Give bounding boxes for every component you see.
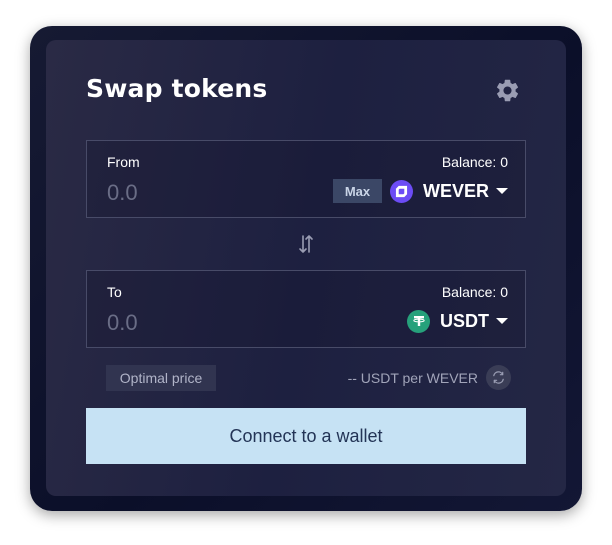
- to-token-name: USDT: [440, 310, 489, 331]
- chevron-down-icon: [496, 188, 508, 194]
- usdt-token-icon: [407, 309, 430, 333]
- gear-icon[interactable]: [494, 77, 521, 104]
- connect-wallet-button[interactable]: Connect to a wallet: [86, 408, 526, 464]
- chevron-down-icon: [496, 318, 508, 324]
- from-label: From: [107, 154, 140, 170]
- page-title: Swap tokens: [86, 74, 268, 103]
- from-amount-input[interactable]: [107, 179, 287, 207]
- refresh-icon[interactable]: [486, 365, 511, 390]
- to-label: To: [107, 284, 122, 300]
- max-button[interactable]: Max: [333, 179, 382, 203]
- wever-token-icon: [389, 179, 413, 203]
- from-token-name: WEVER: [422, 180, 489, 201]
- exchange-rate: -- USDT per WEVER: [347, 370, 478, 386]
- from-token-select[interactable]: WEVER: [389, 178, 508, 204]
- optimal-price-badge: Optimal price: [106, 365, 216, 391]
- to-token-select[interactable]: USDT: [407, 308, 508, 334]
- swap-arrows-icon[interactable]: [294, 232, 318, 256]
- to-field: To Balance: 0 USDT: [86, 270, 526, 348]
- to-balance: Balance: 0: [441, 284, 508, 300]
- from-balance: Balance: 0: [441, 154, 508, 170]
- from-field: From Balance: 0 Max WEVER: [86, 140, 526, 218]
- to-amount-input[interactable]: [107, 309, 287, 337]
